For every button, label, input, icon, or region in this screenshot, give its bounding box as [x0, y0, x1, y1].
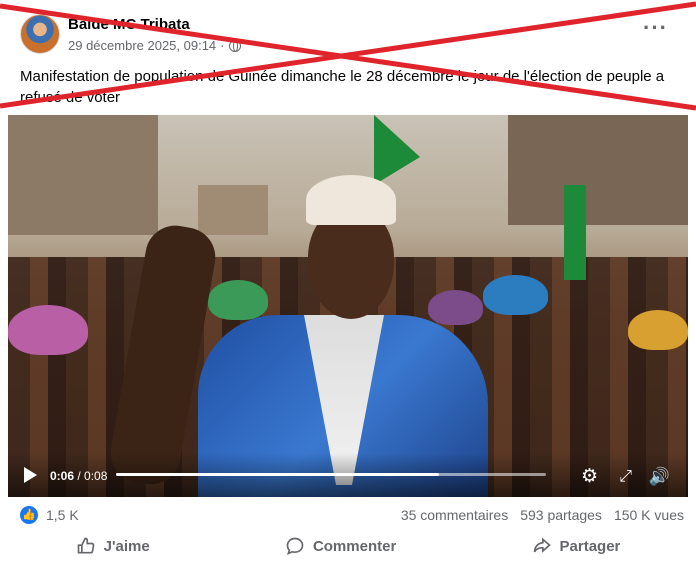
man-cap	[306, 175, 396, 225]
stats-counts: 35 commentaires 593 partages 150 K vues	[401, 507, 684, 523]
share-button[interactable]: Partager	[520, 532, 633, 560]
building	[8, 115, 158, 235]
post-stats: 👍 1,5 K 35 commentaires 593 partages 150…	[20, 506, 684, 526]
video-controls: 0:06 / 0:08 ⚙ ⤢ 🔊	[8, 453, 688, 497]
flag	[564, 185, 586, 280]
video-time: 0:06 / 0:08	[50, 469, 107, 483]
post-actions: J'aime Commenter Partager	[8, 530, 688, 562]
facebook-post: Balde MC Tribata 29 décembre 2025, 09:14…	[0, 0, 696, 571]
post-meta: 29 décembre 2025, 09:14 ·	[68, 38, 241, 53]
author-name[interactable]: Balde MC Tribata	[68, 16, 190, 33]
share-count[interactable]: 593 partages	[520, 507, 602, 523]
thumbs-up-icon	[77, 537, 94, 554]
comment-button[interactable]: Commenter	[273, 532, 408, 560]
current-time: 0:06	[50, 469, 75, 483]
more-options-button[interactable]: ···	[643, 17, 668, 39]
headscarf	[8, 305, 88, 355]
post-date[interactable]: 29 décembre 2025, 09:14	[68, 38, 216, 53]
author-avatar[interactable]	[20, 14, 60, 54]
total-time: / 0:08	[77, 469, 108, 483]
meta-separator: ·	[220, 38, 225, 53]
headscarf	[208, 280, 268, 320]
settings-gear-icon[interactable]: ⚙	[581, 467, 598, 487]
globe-icon	[228, 39, 241, 52]
progress-fill	[116, 473, 439, 476]
play-icon[interactable]	[24, 467, 37, 483]
share-icon	[533, 537, 551, 553]
headscarf	[428, 290, 483, 325]
like-button[interactable]: J'aime	[64, 532, 162, 560]
fullscreen-icon[interactable]: ⤢	[619, 467, 632, 487]
building	[198, 185, 268, 235]
video-player[interactable]: 0:06 / 0:08 ⚙ ⤢ 🔊	[8, 115, 688, 497]
comment-count[interactable]: 35 commentaires	[401, 507, 508, 523]
comment-label: Commenter	[312, 537, 397, 555]
like-label: J'aime	[103, 537, 150, 555]
volume-icon[interactable]: 🔊	[649, 467, 670, 487]
flag	[374, 115, 420, 185]
headscarf	[628, 310, 688, 350]
building	[508, 115, 688, 225]
comment-icon	[286, 537, 304, 556]
headscarf	[483, 275, 548, 315]
like-reaction-icon[interactable]: 👍	[20, 506, 38, 524]
post-caption: Manifestation de population de Guinée di…	[20, 68, 665, 106]
reaction-count[interactable]: 1,5 K	[46, 507, 79, 523]
progress-bar[interactable]	[116, 473, 546, 476]
share-label: Partager	[559, 537, 621, 555]
view-count: 150 K vues	[613, 507, 684, 523]
